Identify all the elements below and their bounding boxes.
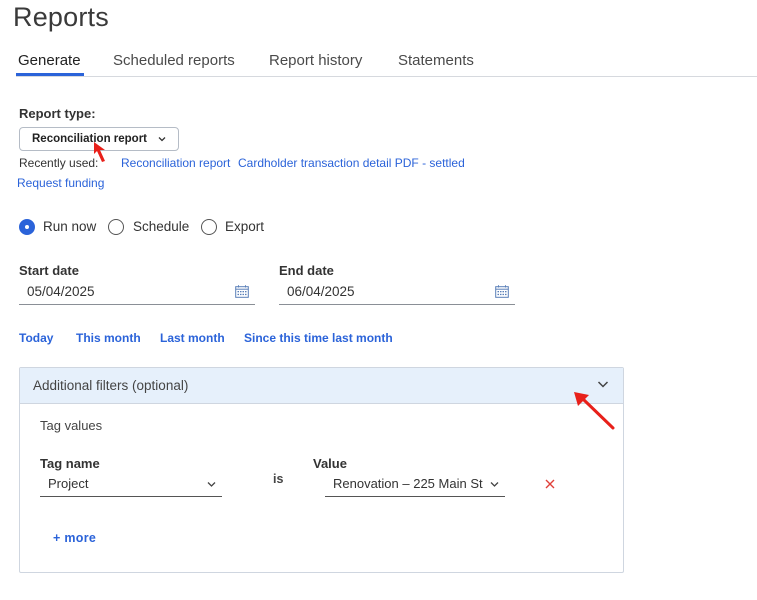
quick-range-last-month[interactable]: Last month (160, 331, 225, 345)
chevron-down-icon (158, 137, 166, 142)
end-date-label: End date (279, 263, 334, 278)
calendar-icon[interactable] (235, 285, 249, 298)
remove-filter-icon[interactable] (545, 479, 555, 489)
tab-generate[interactable]: Generate (18, 52, 81, 69)
additional-filters-header[interactable]: Additional filters (optional) (20, 368, 623, 404)
tag-name-select[interactable]: Project (40, 475, 222, 497)
start-date-input[interactable]: 05/04/2025 (19, 283, 255, 305)
recent-link-cardholder-detail[interactable]: Cardholder transaction detail PDF - sett… (238, 156, 465, 170)
start-date-label: Start date (19, 263, 79, 278)
value-label: Value (313, 456, 347, 471)
additional-filters-panel: Additional filters (optional) Tag values… (19, 367, 624, 573)
additional-filters-title: Additional filters (optional) (33, 378, 189, 393)
end-date-value: 06/04/2025 (287, 284, 355, 299)
recent-link-request-funding[interactable]: Request funding (17, 176, 104, 190)
tag-value-value: Renovation – 225 Main St (333, 476, 483, 491)
active-tab-indicator (16, 73, 84, 76)
operator-is-label: is (273, 472, 284, 486)
tag-value-select[interactable]: Renovation – 225 Main St (325, 475, 505, 497)
schedule-label: Schedule (133, 219, 190, 234)
quick-range-since-last-month[interactable]: Since this time last month (244, 331, 393, 345)
tab-statements[interactable]: Statements (398, 52, 474, 69)
chevron-down-icon[interactable] (597, 379, 609, 389)
recently-used-label: Recently used: (19, 156, 99, 170)
chevron-down-icon (490, 481, 499, 488)
report-type-selected: Reconciliation report (32, 133, 148, 145)
radio-run-now[interactable] (19, 219, 35, 235)
chevron-down-icon (207, 482, 216, 487)
radio-schedule[interactable] (108, 219, 124, 235)
tab-report-history[interactable]: Report history (269, 52, 362, 69)
tab-bar: Generate Scheduled reports Report histor… (16, 52, 757, 77)
tag-name-value: Project (48, 476, 89, 491)
tag-values-label: Tag values (40, 418, 103, 433)
page-title: Reports (13, 2, 109, 32)
tab-scheduled-reports[interactable]: Scheduled reports (113, 52, 235, 69)
report-type-dropdown[interactable]: Reconciliation report (19, 127, 179, 151)
radio-export[interactable] (201, 219, 217, 235)
recent-link-reconciliation[interactable]: Reconciliation report (121, 156, 230, 170)
quick-range-this-month[interactable]: This month (76, 331, 141, 345)
start-date-value: 05/04/2025 (27, 284, 95, 299)
quick-range-today[interactable]: Today (19, 331, 53, 345)
run-now-label: Run now (43, 219, 97, 234)
export-label: Export (225, 219, 265, 234)
calendar-icon[interactable] (495, 285, 509, 298)
end-date-input[interactable]: 06/04/2025 (279, 283, 515, 305)
tag-name-label: Tag name (40, 456, 100, 471)
add-more-filter-link[interactable]: + more (53, 531, 96, 545)
report-type-label: Report type: (19, 106, 96, 121)
